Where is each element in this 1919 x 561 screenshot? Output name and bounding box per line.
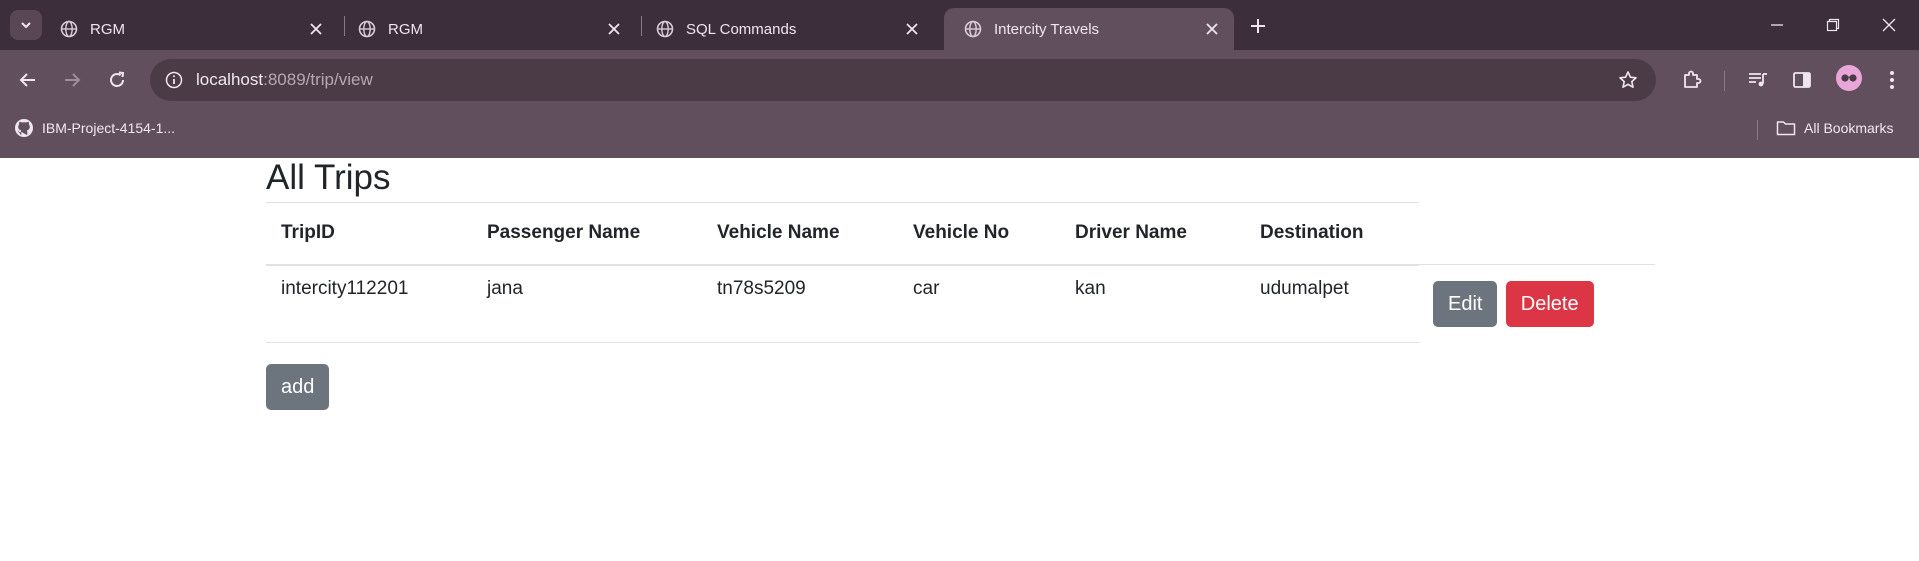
tab-rgm-2[interactable]: RGM bbox=[338, 8, 636, 50]
close-window-button[interactable] bbox=[1874, 12, 1904, 38]
new-tab-button[interactable] bbox=[1244, 12, 1272, 40]
profile-avatar[interactable] bbox=[1836, 65, 1862, 91]
url-path: :8089/trip/view bbox=[263, 70, 373, 89]
plus-icon bbox=[1251, 19, 1265, 33]
page-title: All Trips bbox=[266, 158, 391, 197]
column-header-passenger-name: Passenger Name bbox=[472, 202, 702, 266]
folder-icon bbox=[1776, 118, 1796, 138]
bookmark-ibm-project[interactable]: IBM-Project-4154-1... bbox=[14, 118, 175, 138]
toolbar-separator bbox=[1724, 71, 1725, 91]
minimize-button[interactable] bbox=[1762, 12, 1792, 38]
url-host: localhost bbox=[196, 70, 264, 89]
globe-icon bbox=[656, 20, 674, 38]
close-icon[interactable] bbox=[306, 19, 326, 39]
media-controls-button[interactable] bbox=[1742, 64, 1774, 96]
close-icon[interactable] bbox=[604, 19, 624, 39]
tab-intercity-travels[interactable]: Intercity Travels bbox=[944, 8, 1234, 50]
cell-driver-name: kan bbox=[1060, 264, 1245, 343]
reload-button[interactable] bbox=[101, 64, 133, 96]
cell-actions: Edit Delete bbox=[1419, 265, 1655, 343]
bookmarks-separator bbox=[1757, 120, 1758, 140]
bookmark-label: IBM-Project-4154-1... bbox=[42, 120, 176, 136]
edit-button[interactable]: Edit bbox=[1433, 281, 1498, 327]
globe-icon bbox=[358, 20, 376, 38]
url-text: localhost:8089/trip/view bbox=[196, 70, 373, 90]
browser-toolbar: localhost:8089/trip/view IBM-Project-415… bbox=[0, 50, 1919, 158]
minimize-icon bbox=[1771, 24, 1783, 26]
arrow-right-icon bbox=[65, 73, 81, 87]
menu-button[interactable] bbox=[1876, 64, 1908, 96]
tab-strip: RGM RGM SQL Commands Intercity Travels bbox=[0, 0, 1919, 50]
site-info-icon[interactable] bbox=[162, 68, 186, 92]
trips-table: TripID Passenger Name Vehicle Name Vehic… bbox=[266, 202, 1655, 343]
globe-icon bbox=[964, 20, 982, 38]
all-bookmarks-label: All Bookmarks bbox=[1804, 120, 1894, 136]
tab-sql-commands[interactable]: SQL Commands bbox=[636, 8, 934, 50]
cell-tripid: intercity112201 bbox=[266, 264, 472, 343]
close-icon bbox=[1882, 18, 1896, 32]
reload-icon bbox=[110, 71, 125, 87]
tab-title: SQL Commands bbox=[686, 20, 797, 38]
side-panel-button[interactable] bbox=[1786, 64, 1818, 96]
cell-destination: udumalpet bbox=[1245, 264, 1419, 343]
column-header-actions bbox=[1419, 202, 1655, 265]
side-panel-icon bbox=[1793, 72, 1811, 88]
close-icon[interactable] bbox=[902, 19, 922, 39]
extensions-button[interactable] bbox=[1676, 64, 1708, 96]
tab-title: RGM bbox=[388, 20, 423, 38]
delete-button[interactable]: Delete bbox=[1505, 281, 1594, 327]
chevron-down-icon bbox=[21, 22, 31, 29]
tab-search-button[interactable] bbox=[10, 10, 42, 40]
all-bookmarks-button[interactable]: All Bookmarks bbox=[1776, 118, 1893, 138]
table-header-row: TripID Passenger Name Vehicle Name Vehic… bbox=[266, 202, 1655, 266]
column-header-destination: Destination bbox=[1245, 202, 1419, 266]
cell-vehicle-no: car bbox=[898, 264, 1060, 343]
add-button[interactable]: add bbox=[266, 364, 330, 410]
column-header-vehicle-no: Vehicle No bbox=[898, 202, 1060, 266]
address-bar[interactable]: localhost:8089/trip/view bbox=[150, 59, 1656, 101]
column-header-vehicle-name: Vehicle Name bbox=[702, 202, 898, 266]
globe-icon bbox=[60, 20, 78, 38]
queue-music-icon bbox=[1749, 73, 1767, 87]
arrow-left-icon bbox=[19, 73, 35, 87]
cell-vehicle-name: tn78s5209 bbox=[702, 264, 898, 343]
github-icon bbox=[14, 118, 34, 138]
tab-title: RGM bbox=[90, 20, 125, 38]
puzzle-icon bbox=[1684, 70, 1702, 88]
table-row: intercity112201 jana tn78s5209 car kan u… bbox=[266, 264, 1655, 343]
column-header-tripid: TripID bbox=[266, 202, 472, 266]
sunglasses-avatar-icon bbox=[1841, 74, 1857, 82]
restore-icon bbox=[1826, 18, 1840, 32]
close-icon[interactable] bbox=[1202, 19, 1222, 39]
bookmark-star-icon[interactable] bbox=[1616, 68, 1640, 92]
tab-rgm-1[interactable]: RGM bbox=[40, 8, 338, 50]
restore-button[interactable] bbox=[1818, 12, 1848, 38]
cell-passenger-name: jana bbox=[472, 264, 702, 343]
more-vert-icon bbox=[1890, 71, 1894, 89]
back-button[interactable] bbox=[12, 64, 44, 96]
tab-title: Intercity Travels bbox=[994, 20, 1100, 38]
page-content: All Trips TripID Passenger Name Vehicle … bbox=[0, 158, 1919, 561]
forward-button[interactable] bbox=[56, 64, 88, 96]
column-header-driver-name: Driver Name bbox=[1060, 202, 1245, 266]
bookmarks-bar: IBM-Project-4154-1... All Bookmarks bbox=[0, 108, 1919, 150]
